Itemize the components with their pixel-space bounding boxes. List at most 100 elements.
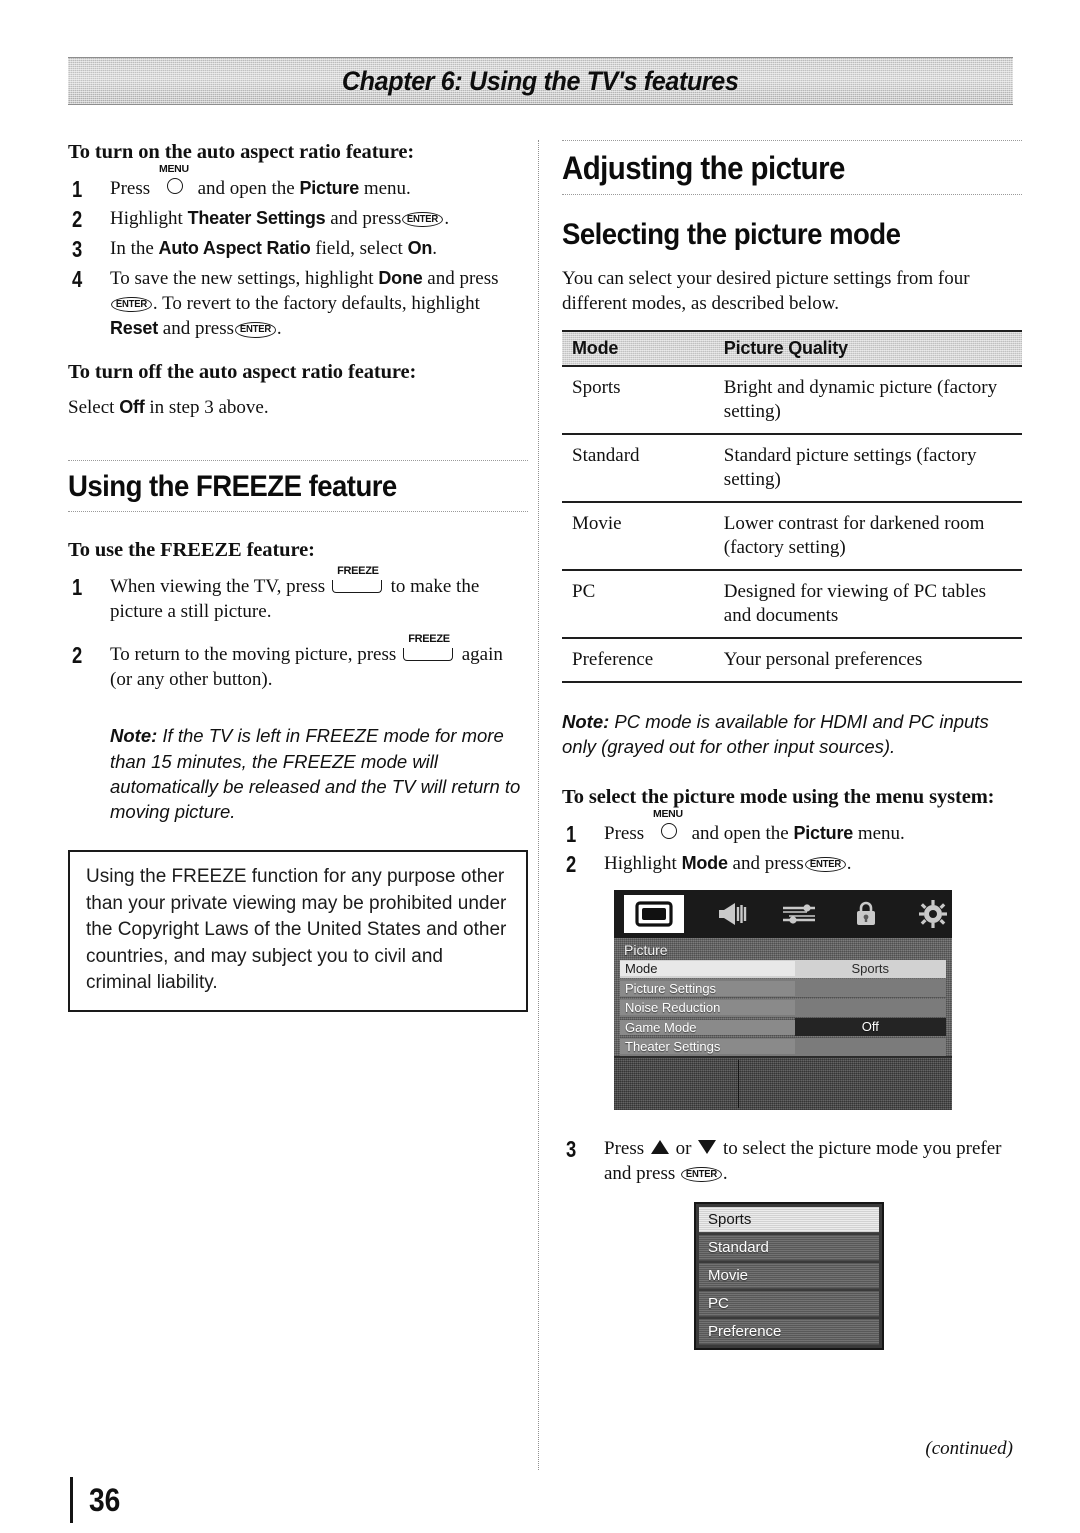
- step-text-post: .: [444, 207, 450, 229]
- step-item: 2 Highlight Theater Settings and press EN…: [68, 205, 528, 232]
- lock-icon[interactable]: [846, 897, 885, 931]
- osd-row-value: Off: [794, 1018, 946, 1037]
- picture-mode-dropdown: Sports Standard Movie PC Preference: [694, 1202, 884, 1351]
- copyright-notice-text: Using the FREEZE function for any purpos…: [86, 865, 507, 994]
- step-text-bold: Auto Aspect Ratio: [158, 237, 311, 258]
- mode-option-preference[interactable]: Preference: [699, 1319, 879, 1346]
- freeze-key-label: FREEZE: [408, 633, 450, 646]
- menu-key-label: MENU: [653, 807, 683, 820]
- menu-key-icon[interactable]: MENU: [649, 808, 687, 842]
- step-text-pre: Highlight: [110, 207, 183, 229]
- menu-key-circle: [660, 822, 677, 839]
- cell-mode: Movie: [562, 502, 714, 571]
- step-item: 1 When viewing the TV, press FREEZE to m…: [68, 565, 528, 624]
- step-text-post: .: [432, 237, 437, 259]
- enter-key-icon[interactable]: ENTER: [235, 322, 276, 338]
- osd-row-label: Picture Settings: [620, 980, 795, 996]
- step-text-pre: To return to the moving picture, press: [110, 644, 397, 666]
- text-post: in step 3 above.: [149, 396, 269, 418]
- cell-mode: Preference: [562, 637, 714, 683]
- osd-row-game-mode[interactable]: Game Mode Off: [620, 1018, 946, 1037]
- step-text-mid: and open the: [691, 822, 789, 844]
- section-title-freeze: Using the FREEZE feature: [68, 470, 397, 504]
- step-item: 3 In the Auto Aspect Ratio field, select…: [68, 236, 528, 262]
- text-bold: Off: [119, 396, 145, 417]
- osd-row-mode[interactable]: Mode Sports: [620, 959, 946, 978]
- picture-icon[interactable]: [624, 894, 685, 933]
- step-text-pre: Press: [604, 822, 645, 844]
- cell-mode: Standard: [562, 434, 714, 504]
- enter-key-icon[interactable]: ENTER: [804, 856, 846, 873]
- freeze-key-icon[interactable]: FREEZE: [403, 633, 455, 663]
- table-row: PC Designed for viewing of PC tables and…: [562, 570, 1022, 639]
- setup-gear-icon[interactable]: [913, 897, 952, 931]
- sound-icon[interactable]: [712, 897, 751, 931]
- step-text-bold: Picture: [793, 822, 854, 843]
- step-text-pre: Highlight: [604, 852, 677, 874]
- osd-menu-panel: Picture Mode Sports Picture Settings Noi…: [614, 938, 952, 1056]
- osd-row-label: Noise Reduction: [620, 1000, 795, 1016]
- mode-option-sports[interactable]: Sports: [699, 1207, 879, 1234]
- step-number: 1: [72, 574, 83, 601]
- step-text-mid: and press: [732, 852, 804, 874]
- heading-select-picture-mode: To select the picture mode using the men…: [562, 786, 995, 809]
- step-text-mid: and press: [427, 267, 499, 289]
- subsection-title-picture-mode: Selecting the picture mode: [562, 218, 901, 251]
- chapter-banner: Chapter 6: Using the TV's features: [68, 57, 1013, 105]
- auto-aspect-off-text: Select Off in step 3 above.: [68, 396, 528, 421]
- osd-row-label: Mode: [620, 961, 795, 977]
- note-label: Note:: [110, 725, 158, 747]
- note-body: If the TV is left in FREEZE mode for mor…: [110, 725, 521, 822]
- step-text-pre: Press: [604, 1137, 645, 1159]
- column-header-mode: Mode: [562, 330, 714, 368]
- menu-key-icon[interactable]: MENU: [155, 163, 193, 197]
- cell-quality: Bright and dynamic picture (factory sett…: [713, 366, 1022, 436]
- cell-quality: Standard picture settings (factory setti…: [713, 434, 1022, 504]
- step-text-mid: field, select: [315, 237, 403, 259]
- note-pc-mode: Note: PC mode is available for HDMI and …: [562, 709, 1022, 759]
- picture-quality-table: Mode Picture Quality Sports Bright and d…: [562, 330, 1022, 683]
- mode-option-standard[interactable]: Standard: [699, 1235, 879, 1262]
- steps-select-mode: 1 Press MENU and open the Picture menu. …: [562, 808, 1022, 877]
- heading-auto-aspect-on: To turn on the auto aspect ratio feature…: [68, 141, 415, 163]
- osd-row-noise-reduction[interactable]: Noise Reduction: [620, 998, 946, 1017]
- menu-key-circle: [166, 177, 183, 194]
- enter-key-icon[interactable]: ENTER: [111, 296, 152, 313]
- mode-option-movie[interactable]: Movie: [699, 1263, 879, 1290]
- table-body: Sports Bright and dynamic picture (facto…: [562, 366, 1022, 683]
- step-text-bold: Done: [378, 267, 423, 288]
- osd-row-picture-settings[interactable]: Picture Settings: [620, 979, 946, 998]
- column-header-picture-quality: Picture Quality: [713, 330, 1022, 368]
- heading-auto-aspect-off: To turn off the auto aspect ratio featur…: [68, 361, 417, 384]
- step-text-post: . To revert to the factory defaults, hig…: [152, 292, 480, 314]
- freeze-key-icon[interactable]: FREEZE: [331, 565, 384, 595]
- text-pre: Select: [68, 396, 115, 418]
- cell-quality: Designed for viewing of PC tables and do…: [713, 570, 1022, 639]
- step-text-post: menu.: [363, 177, 411, 199]
- step-text-pre: Press: [110, 177, 151, 199]
- enter-key-icon[interactable]: ENTER: [402, 211, 444, 228]
- step-text-mid: and open the: [197, 177, 295, 199]
- tv-osd-screenshot: Picture Mode Sports Picture Settings Noi…: [614, 889, 952, 1110]
- column-divider: [538, 140, 539, 1470]
- continued-label: (continued): [925, 1438, 1013, 1459]
- osd-row-theater-settings[interactable]: Theater Settings: [620, 1037, 946, 1056]
- step-text-pre: When viewing the TV, press: [110, 576, 326, 598]
- step-text-bold: Mode: [681, 852, 728, 873]
- page-number-rule: [70, 1477, 73, 1523]
- osd-empty-area: [614, 1057, 952, 1110]
- settings-sliders-icon[interactable]: [779, 897, 818, 931]
- page-number: 36: [88, 1481, 120, 1518]
- step-text-pre: To save the new settings, highlight: [110, 267, 374, 289]
- table-row: Sports Bright and dynamic picture (facto…: [562, 366, 1022, 436]
- left-column: To turn on the auto aspect ratio feature…: [68, 140, 528, 1012]
- note-body: PC mode is available for HDMI and PC inp…: [562, 710, 989, 757]
- enter-key-icon[interactable]: ENTER: [681, 1166, 722, 1183]
- step-text-bold-2: On: [407, 237, 433, 258]
- step-item: 2 To return to the moving picture, press…: [68, 633, 528, 692]
- step-number: 2: [72, 205, 83, 232]
- step-text-tail: and press: [162, 318, 235, 340]
- mode-option-pc[interactable]: PC: [699, 1291, 879, 1318]
- step-text-bold-2: Reset: [110, 318, 159, 339]
- table-row: Preference Your personal preferences: [562, 637, 1022, 683]
